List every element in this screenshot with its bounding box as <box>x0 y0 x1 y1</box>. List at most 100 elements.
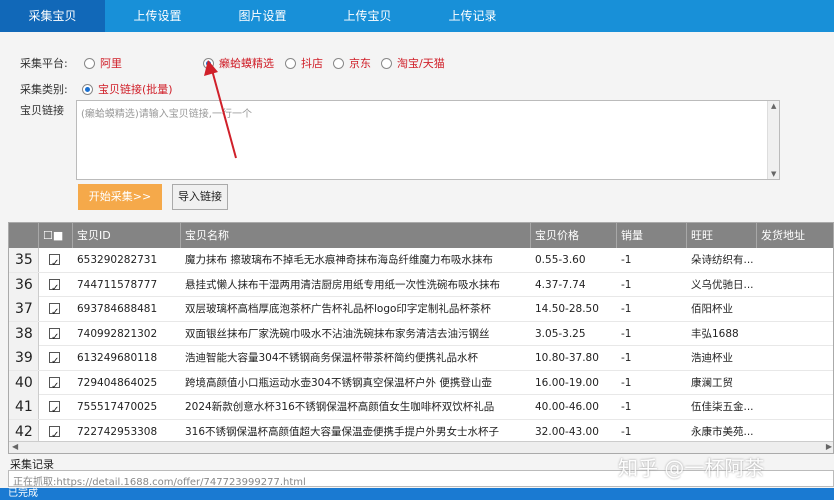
row-number: 41 <box>9 395 39 419</box>
row-checkbox[interactable] <box>39 273 73 297</box>
cell-item-id: 729404864025 <box>77 376 158 389</box>
cell-sales: -1 <box>621 352 632 364</box>
table-header: ☐■ 宝贝ID 宝贝名称 宝贝价格 销量 旺旺 发货地址 <box>9 223 833 248</box>
cell-wangwang: 永康市美苑... <box>691 425 754 438</box>
cell-item-name: 双层玻璃杯高档厚底泡茶杯广告杯礼品杯logo印字定制礼品杯茶杯 <box>185 303 491 315</box>
checkbox-checked-icon[interactable] <box>49 301 60 321</box>
table-row[interactable]: 40 729404864025 跨境高颜值小口瓶运动水壶304不锈钢真空保温杯户外 … <box>9 370 833 395</box>
cell-ship-address <box>757 273 833 297</box>
radio-icon[interactable] <box>285 57 296 69</box>
log-line: 正在抓取:https://detail.1688.com/offer/74772… <box>13 477 306 488</box>
row-checkbox[interactable] <box>39 420 73 444</box>
scroll-left-icon[interactable]: ◀ <box>12 442 18 451</box>
radio-label: 抖店 <box>301 57 323 70</box>
cell-sales: -1 <box>621 278 632 291</box>
cell-wangwang: 朵诗纺织有... <box>691 254 754 266</box>
table-row[interactable]: 39 613249680118 浩迪智能大容量304不锈钢商务保温杯带茶杯简约便携礼… <box>9 346 833 371</box>
cell-item-name: 跨境高颜值小口瓶运动水壶304不锈钢真空保温杯户外 便携登山壶 <box>185 376 492 389</box>
radio-icon[interactable] <box>84 57 95 69</box>
radio-label: 宝贝链接(批量) <box>98 83 173 96</box>
cell-ship-address <box>757 420 833 444</box>
cell-ship-address <box>757 346 833 370</box>
scroll-right-icon[interactable]: ▶ <box>826 442 832 451</box>
checkbox-checked-icon[interactable] <box>49 424 60 444</box>
table-row[interactable]: 41 755517470025 2024新款创意水杯316不锈钢保温杯高颜值女生咖啡… <box>9 395 833 420</box>
checkbox-checked-icon[interactable] <box>49 326 60 346</box>
row-checkbox[interactable] <box>39 297 73 321</box>
start-collect-button[interactable]: 开始采集>> <box>78 184 162 210</box>
radio-platform-douyin[interactable]: 抖店 <box>285 55 323 71</box>
row-number: 42 <box>9 419 39 444</box>
cell-wangwang: 丰弘1688 <box>691 327 739 340</box>
row-checkbox[interactable] <box>39 371 73 395</box>
row-checkbox[interactable] <box>39 248 73 272</box>
row-number: 37 <box>9 297 39 321</box>
checkbox-checked-icon[interactable] <box>49 375 60 395</box>
textarea-scrollbar[interactable]: ▲ ▼ <box>767 101 779 179</box>
table-row[interactable]: 35 653290282731 魔力抹布 擦玻璃布不掉毛无水痕神奇抹布海岛纤维魔力布… <box>9 248 833 273</box>
table-row[interactable]: 36 744711578777 悬挂式懒人抹布干湿两用清洁厨房用纸专用纸一次性洗碗布… <box>9 272 833 297</box>
radio-platform-taobao[interactable]: 淘宝/天猫 <box>381 55 445 71</box>
cell-item-id: 740992821302 <box>77 327 158 340</box>
tab-upload-records[interactable]: 上传记录 <box>420 0 525 32</box>
header-item-id[interactable]: 宝贝ID <box>73 223 181 248</box>
table-row[interactable]: 37 693784688481 双层玻璃杯高档厚底泡茶杯广告杯礼品杯logo印字定制… <box>9 297 833 322</box>
cell-item-name: 浩迪智能大容量304不锈钢商务保温杯带茶杯简约便携礼品水杯 <box>185 352 479 364</box>
select-all-header[interactable]: ☐■ <box>39 223 73 248</box>
tab-image-settings[interactable]: 图片设置 <box>210 0 315 32</box>
tab-collect-items[interactable]: 采集宝贝 <box>0 0 105 32</box>
cell-item-id: 693784688481 <box>77 303 158 315</box>
scroll-down-icon[interactable]: ▼ <box>771 170 776 178</box>
cell-item-id: 744711578777 <box>77 278 158 291</box>
cell-item-id: 653290282731 <box>77 254 158 266</box>
cell-item-name: 双面银丝抹布厂家洗碗巾吸水不沾油洗碗抹布家务清洁去油污钢丝 <box>185 327 490 340</box>
cell-item-price: 4.37-7.74 <box>535 278 586 291</box>
import-links-button[interactable]: 导入链接 <box>172 184 228 210</box>
checkbox-checked-icon[interactable] <box>49 350 60 370</box>
watermark: 知乎 @一杯阿茶 <box>618 456 765 480</box>
checkbox-checked-icon[interactable] <box>49 277 60 297</box>
cell-sales: -1 <box>621 376 632 389</box>
cell-sales: -1 <box>621 254 632 266</box>
cell-sales: -1 <box>621 327 632 340</box>
select-all-icon[interactable]: ☐■ <box>43 229 63 242</box>
header-wangwang[interactable]: 旺旺 <box>687 223 757 248</box>
cell-item-name: 316不锈钢保温杯高颜值超大容量保温壶便携手提户外男女士水杯子 <box>185 425 500 438</box>
radio-icon[interactable] <box>82 83 93 95</box>
category-label: 采集类别: <box>20 83 68 96</box>
cell-wangwang: 佰阳杯业 <box>691 303 733 315</box>
main-tab-bar: 采集宝贝 上传设置 图片设置 上传宝贝 上传记录 <box>0 0 834 32</box>
header-sales[interactable]: 销量 <box>617 223 687 248</box>
row-number: 40 <box>9 370 39 395</box>
tab-upload-settings[interactable]: 上传设置 <box>105 0 210 32</box>
link-textarea[interactable]: (癞蛤蟆精选)请输入宝贝链接,一行一个 ▲ ▼ <box>76 100 780 180</box>
header-ship-address[interactable]: 发货地址 <box>757 223 833 248</box>
checkbox-checked-icon[interactable] <box>49 252 60 272</box>
radio-icon[interactable] <box>381 57 392 69</box>
cell-item-price: 0.55-3.60 <box>535 254 586 266</box>
radio-category-item-links[interactable]: 宝贝链接(批量) <box>82 81 173 97</box>
tab-upload-items[interactable]: 上传宝贝 <box>315 0 420 32</box>
radio-platform-ali[interactable]: 阿里 <box>84 55 122 71</box>
scroll-up-icon[interactable]: ▲ <box>771 102 776 110</box>
cell-item-name: 魔力抹布 擦玻璃布不掉毛无水痕神奇抹布海岛纤维魔力布吸水抹布 <box>185 254 493 266</box>
cell-item-price: 10.80-37.80 <box>535 352 599 364</box>
checkbox-checked-icon[interactable] <box>49 399 60 419</box>
radio-icon[interactable] <box>333 57 344 69</box>
cell-item-price: 3.05-3.25 <box>535 327 586 340</box>
table-row[interactable]: 38 740992821302 双面银丝抹布厂家洗碗巾吸水不沾油洗碗抹布家务清洁去油… <box>9 321 833 346</box>
cell-ship-address <box>757 248 833 272</box>
status-text: 已完成 <box>8 488 38 499</box>
header-item-name[interactable]: 宝贝名称 <box>181 223 531 248</box>
row-checkbox[interactable] <box>39 322 73 346</box>
radio-platform-jd[interactable]: 京东 <box>333 55 371 71</box>
cell-wangwang: 伍佳柒五金... <box>691 401 754 413</box>
row-checkbox[interactable] <box>39 346 73 370</box>
row-number: 38 <box>9 321 39 346</box>
header-item-price[interactable]: 宝贝价格 <box>531 223 617 248</box>
cell-wangwang: 浩迪杯业 <box>691 352 733 364</box>
row-number: 35 <box>9 248 39 272</box>
row-checkbox[interactable] <box>39 395 73 419</box>
cell-item-price: 32.00-43.00 <box>535 425 599 438</box>
row-number: 39 <box>9 346 39 370</box>
